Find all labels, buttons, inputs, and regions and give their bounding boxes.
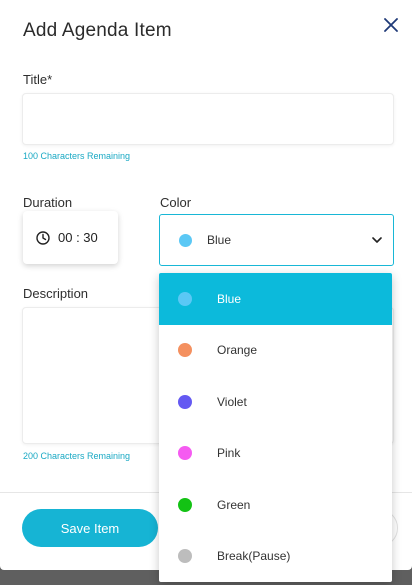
description-label: Description: [23, 286, 89, 301]
color-label: Color: [160, 195, 192, 210]
description-char-count: 200 Characters Remaining: [23, 451, 131, 461]
color-dot: [178, 343, 192, 358]
color-option-label: Violet: [217, 394, 247, 409]
color-option-blue[interactable]: Blue: [159, 273, 392, 325]
title-input[interactable]: [22, 93, 394, 145]
color-option-green[interactable]: Green: [159, 479, 392, 531]
title-label: Title*: [23, 72, 53, 87]
color-dot: [178, 549, 192, 564]
color-option-label: Pink: [217, 446, 241, 461]
color-select[interactable]: Blue: [159, 214, 394, 266]
duration-value: 00 : 30: [58, 230, 98, 245]
chevron-down-icon: [372, 237, 382, 243]
color-option-pink[interactable]: Pink: [159, 428, 392, 480]
close-button[interactable]: [380, 14, 402, 36]
close-icon: [384, 18, 398, 32]
color-option-label: Break(Pause): [217, 549, 291, 564]
color-dot: [178, 446, 192, 461]
color-option-label: Orange: [217, 343, 258, 358]
duration-picker[interactable]: 00 : 30: [23, 211, 118, 264]
save-item-button[interactable]: Save Item: [22, 509, 158, 547]
duration-label: Duration: [23, 195, 73, 210]
color-dot: [178, 394, 192, 409]
color-option-label: Blue: [217, 291, 242, 306]
title-char-count: 100 Characters Remaining: [23, 151, 131, 161]
selected-color-dot: [179, 233, 192, 247]
color-option-break-pause[interactable]: Break(Pause): [159, 531, 392, 583]
color-option-orange[interactable]: Orange: [159, 325, 392, 377]
modal-title: Add Agenda Item: [23, 20, 172, 41]
color-dot: [178, 291, 192, 306]
color-dot: [178, 497, 192, 512]
color-dropdown-menu: Blue Orange Violet Pink Green Break(Pause): [159, 273, 392, 582]
color-select-value: Blue: [207, 233, 232, 247]
color-option-violet[interactable]: Violet: [159, 376, 392, 428]
clock-icon: [36, 230, 50, 245]
color-option-label: Green: [217, 497, 251, 512]
